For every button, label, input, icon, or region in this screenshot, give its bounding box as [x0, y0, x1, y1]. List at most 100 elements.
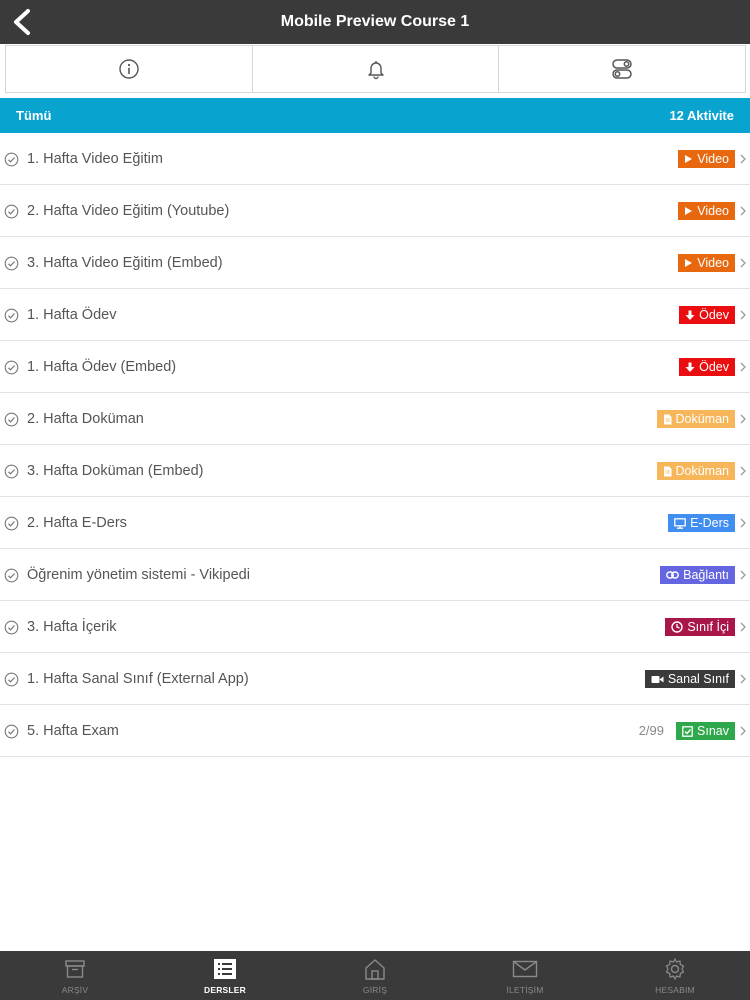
play-icon [684, 154, 693, 164]
home-icon [363, 957, 387, 981]
info-icon [119, 59, 139, 79]
filter-all-label[interactable]: Tümü [16, 98, 51, 133]
activity-list: 1. Hafta Video Eğitim Video 2. Hafta Video… [0, 133, 750, 757]
chevron-right-icon [740, 726, 746, 736]
check-circle-icon [4, 204, 19, 219]
activity-row[interactable]: 1. Hafta Ödev Ödev [0, 289, 750, 341]
activity-row[interactable]: 3. Hafta İçerik Sınıf İçi [0, 601, 750, 653]
chevron-right-icon [740, 154, 746, 164]
nav-item-mail[interactable]: İLETİŞİM [450, 951, 600, 1000]
chevron-right-icon [740, 258, 746, 268]
activity-title: 3. Hafta Doküman (Embed) [27, 463, 204, 479]
check-circle-icon [4, 672, 19, 687]
activity-row[interactable]: 5. Hafta Exam 2/99 Sınav [0, 705, 750, 757]
mail-icon [512, 957, 538, 981]
activity-title: 3. Hafta İçerik [27, 619, 117, 635]
activity-type-badge: Video [678, 202, 735, 220]
activity-row[interactable]: 2. Hafta Video Eğitim (Youtube) Video [0, 185, 750, 237]
check-circle-icon [4, 256, 19, 271]
checkbox-icon [682, 725, 693, 737]
nav-label: ARŞİV [61, 985, 89, 995]
check-circle-icon [4, 152, 19, 167]
activity-title: 1. Hafta Video Eğitim [27, 151, 163, 167]
activity-type-badge: Sanal Sınıf [644, 670, 735, 688]
chevron-right-icon [740, 570, 746, 580]
chevron-right-icon [740, 414, 746, 424]
segment-tabs [5, 45, 746, 93]
check-circle-icon [4, 516, 19, 531]
nav-item-gear[interactable]: HESABIM [600, 951, 750, 1000]
play-icon [684, 206, 693, 216]
video-camera-icon [651, 675, 664, 684]
document-icon [663, 414, 672, 425]
link-icon [666, 571, 680, 579]
badge-label: Doküman [675, 412, 730, 426]
activity-row[interactable]: 1. Hafta Ödev (Embed) Ödev [0, 341, 750, 393]
gear-icon [663, 957, 687, 981]
badge-label: Ödev [699, 360, 729, 374]
activity-row[interactable]: 2. Hafta Doküman Doküman [0, 393, 750, 445]
toggle-settings-icon [612, 59, 632, 79]
bell-icon [367, 61, 384, 80]
activity-type-badge: Video [678, 150, 735, 168]
activity-type-badge: Sınıf İçi [665, 618, 735, 636]
archive-icon [64, 957, 86, 981]
badge-label: Sınıf İçi [687, 620, 729, 634]
download-icon [685, 310, 695, 321]
monitor-icon [674, 517, 686, 529]
top-bar: Mobile Preview Course 1 [0, 0, 750, 44]
check-circle-icon [4, 620, 19, 635]
badge-label: Sınav [697, 724, 729, 738]
nav-label: GİRİŞ [362, 985, 388, 995]
activity-type-badge: Video [678, 254, 735, 272]
tab-settings[interactable] [499, 46, 745, 92]
activity-type-badge: Sınav [676, 722, 735, 740]
badge-label: Video [697, 152, 729, 166]
nav-item-archive[interactable]: ARŞİV [0, 951, 150, 1000]
activity-title: 1. Hafta Sanal Sınıf (External App) [27, 671, 249, 687]
chevron-right-icon [740, 674, 746, 684]
nav-label: İLETİŞİM [506, 985, 544, 995]
chevron-right-icon [740, 622, 746, 632]
activity-count: 12 Aktivite [669, 108, 734, 123]
activity-row[interactable]: 2. Hafta E-Ders E-Ders [0, 497, 750, 549]
list-icon [213, 957, 237, 981]
badge-label: Doküman [675, 464, 730, 478]
check-circle-icon [4, 308, 19, 323]
activity-title: 2. Hafta Video Eğitim (Youtube) [27, 203, 230, 219]
badge-label: E-Ders [690, 516, 729, 530]
badge-label: Video [697, 256, 729, 270]
badge-label: Sanal Sınıf [667, 672, 729, 686]
activity-title: 5. Hafta Exam [27, 723, 119, 739]
badge-label: Video [697, 204, 729, 218]
activity-row[interactable]: 1. Hafta Video Eğitim Video [0, 133, 750, 185]
chevron-right-icon [740, 518, 746, 528]
activity-title: 1. Hafta Ödev (Embed) [27, 359, 177, 375]
nav-item-home[interactable]: GİRİŞ [300, 951, 450, 1000]
tab-info[interactable] [6, 46, 253, 92]
activity-row[interactable]: Öğrenim yönetim sistemi - Vikipedi Bağlan… [0, 549, 750, 601]
chevron-right-icon [740, 206, 746, 216]
activity-score: 2/99 [638, 723, 664, 738]
play-icon [684, 258, 693, 268]
check-circle-icon [4, 360, 19, 375]
activity-title: 3. Hafta Video Eğitim (Embed) [27, 255, 223, 271]
activity-type-badge: Doküman [656, 410, 735, 428]
document-icon [663, 466, 672, 477]
clock-icon [671, 621, 684, 633]
nav-item-list[interactable]: DERSLER [150, 951, 300, 1000]
activity-row[interactable]: 3. Hafta Video Eğitim (Embed) Video [0, 237, 750, 289]
activity-row[interactable]: 1. Hafta Sanal Sınıf (External App) Sanal… [0, 653, 750, 705]
page-title: Mobile Preview Course 1 [280, 13, 470, 30]
chevron-right-icon [740, 310, 746, 320]
tab-notifications[interactable] [253, 46, 500, 92]
activity-type-badge: Ödev [679, 358, 735, 376]
filter-bar: Tümü 12 Aktivite [0, 98, 750, 133]
activity-row[interactable]: 3. Hafta Doküman (Embed) Doküman [0, 445, 750, 497]
activity-title: 1. Hafta Ödev [27, 307, 117, 323]
check-circle-icon [4, 724, 19, 739]
activity-type-badge: Bağlantı [660, 566, 735, 584]
bottom-navigation: ARŞİV DERSLER GİRİŞ İLETİŞİM HESABIM [0, 951, 750, 1000]
badge-label: Bağlantı [683, 568, 729, 582]
activity-type-badge: Ödev [679, 306, 735, 324]
